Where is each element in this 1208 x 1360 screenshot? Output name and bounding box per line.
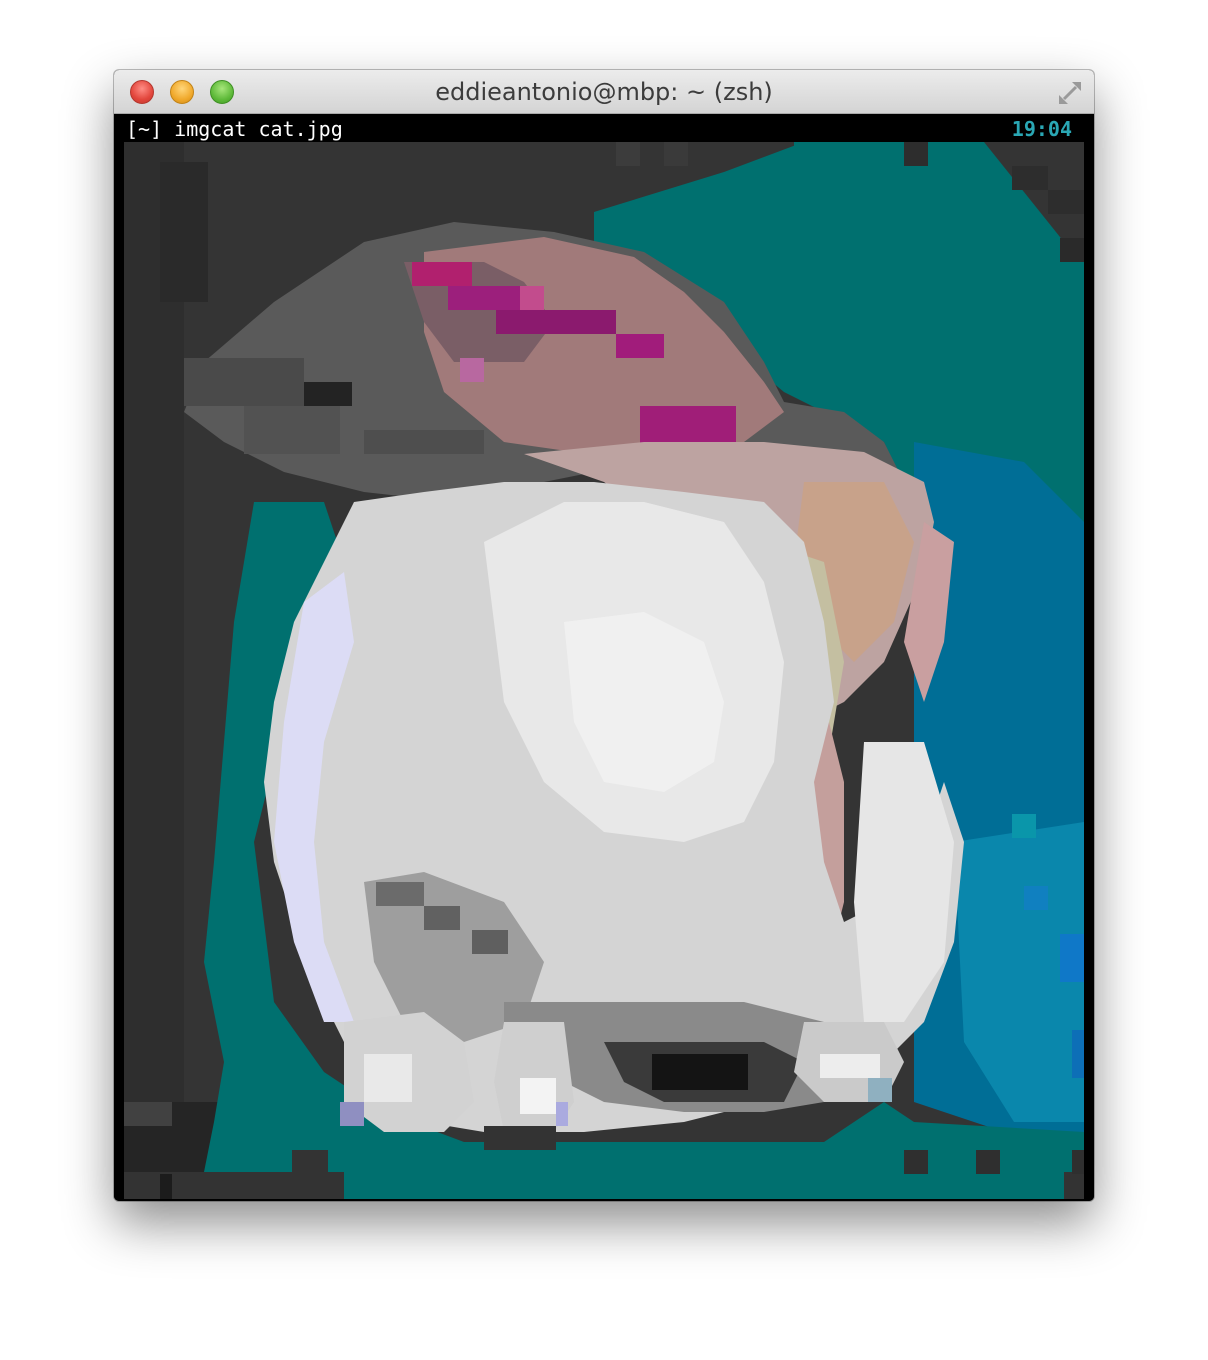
- terminal-window: eddieantonio@mbp: ~ (zsh) [~] imgcat cat…: [114, 70, 1094, 1201]
- title-bar[interactable]: eddieantonio@mbp: ~ (zsh): [114, 70, 1094, 114]
- clock-readout: 19:04: [1011, 117, 1072, 141]
- terminal-content[interactable]: [~] imgcat cat.jpg 19:04: [114, 114, 1094, 1201]
- fullscreen-arrows-icon[interactable]: [1056, 79, 1084, 107]
- pixelated-cat-image: [124, 142, 1084, 1199]
- command-text: imgcat cat.jpg: [174, 117, 343, 141]
- window-title: eddieantonio@mbp: ~ (zsh): [435, 78, 773, 106]
- command-line: [~] imgcat cat.jpg: [126, 117, 343, 141]
- prompt-directory: [~]: [126, 117, 163, 141]
